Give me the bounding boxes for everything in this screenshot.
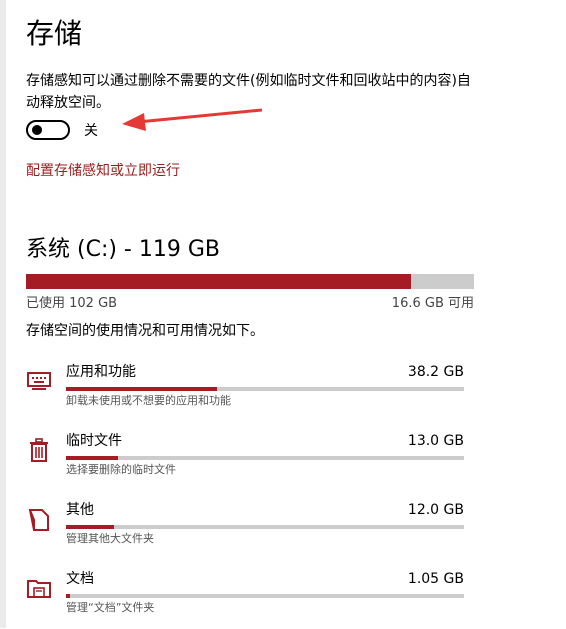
category-usage-bar-fill	[66, 525, 114, 529]
category-description: 管理其他大文件夹	[66, 532, 154, 545]
usage-description: 存储空间的使用情况和可用情况如下。	[26, 323, 264, 339]
folder-icon	[27, 580, 51, 598]
window-left-edge	[0, 0, 6, 628]
trash-icon	[30, 438, 48, 462]
category-size: 1.05 GB	[407, 571, 464, 587]
drive-title: 系统 (C:) - 119 GB	[26, 237, 220, 262]
category-name: 应用和功能	[66, 364, 136, 380]
category-usage-bar	[66, 525, 464, 529]
category-usage-bar-fill	[66, 594, 70, 598]
category-usage-bar	[66, 456, 464, 460]
drive-usage-bar-fill	[26, 274, 412, 289]
monitor-icon	[27, 372, 51, 390]
annotation-arrow-icon	[122, 108, 263, 131]
category-description: 卸载未使用或不想要的应用和功能	[66, 394, 231, 407]
toggle-knob	[32, 125, 42, 135]
drive-free-label: 16.6 GB 可用	[391, 296, 474, 311]
category-other[interactable]: 其他 12.0 GB 管理其他大文件夹	[26, 500, 466, 560]
category-name: 其他	[66, 502, 94, 518]
category-size: 12.0 GB	[407, 502, 464, 518]
category-usage-bar-fill	[66, 387, 218, 391]
category-temp-files[interactable]: 临时文件 13.0 GB 选择要删除的临时文件	[26, 431, 466, 491]
file-icon	[28, 509, 49, 531]
category-name: 文档	[66, 571, 94, 587]
category-documents[interactable]: 文档 1.05 GB 管理“文档”文件夹	[26, 569, 466, 629]
category-usage-bar-fill	[66, 456, 118, 460]
drive-used-label: 已使用 102 GB	[26, 296, 118, 311]
toggle-state-label: 关	[84, 123, 98, 139]
storage-sense-toggle[interactable]	[26, 120, 70, 140]
storage-sense-toggle-row[interactable]: 关	[26, 119, 98, 141]
category-description: 选择要删除的临时文件	[66, 463, 176, 476]
category-usage-bar	[66, 387, 464, 391]
configure-storage-sense-link[interactable]: 配置存储感知或立即运行	[26, 160, 180, 182]
drive-usage-bar	[26, 274, 474, 289]
category-description: 管理“文档”文件夹	[66, 601, 155, 614]
category-size: 13.0 GB	[407, 433, 464, 449]
page-title: 存储	[26, 17, 83, 50]
category-apps[interactable]: 应用和功能 38.2 GB 卸载未使用或不想要的应用和功能	[26, 362, 466, 422]
category-size: 38.2 GB	[407, 364, 464, 380]
category-name: 临时文件	[66, 433, 122, 449]
category-usage-bar	[66, 594, 464, 598]
